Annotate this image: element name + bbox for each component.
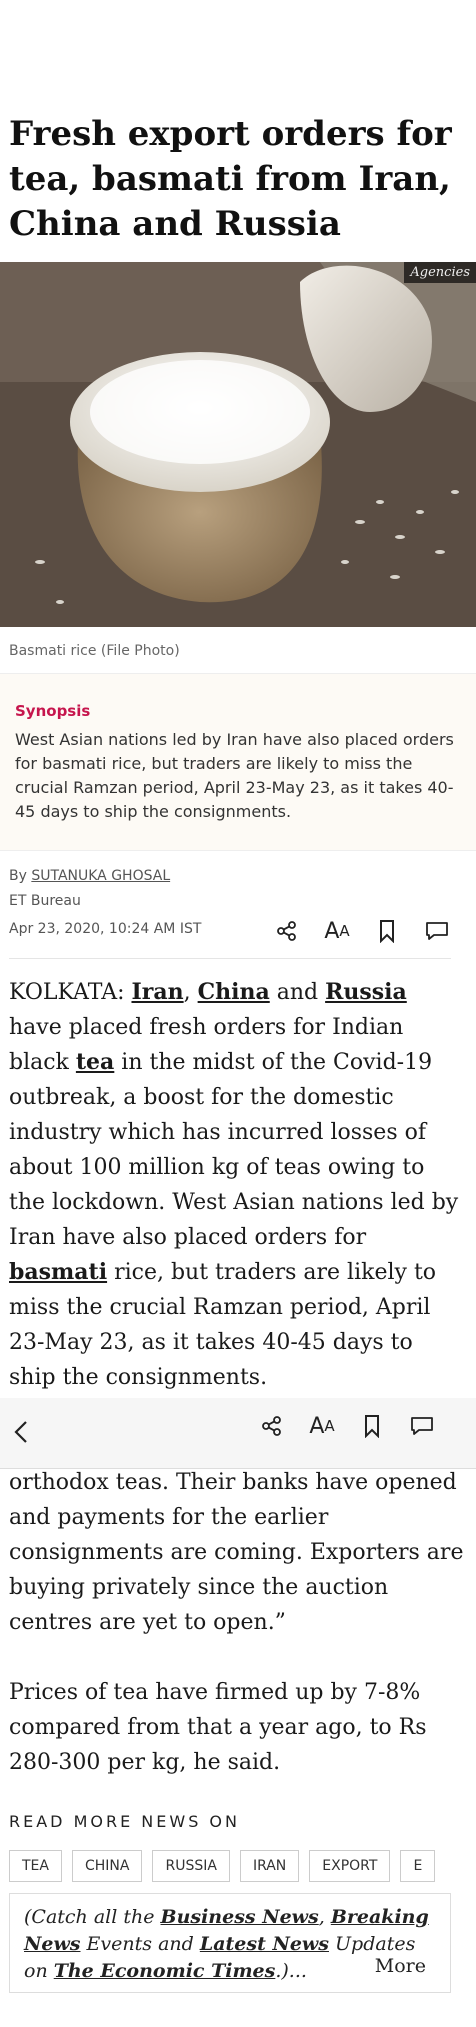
tag-partial[interactable]: E: [400, 1850, 436, 1882]
text-run: (Catch all the: [24, 1906, 161, 1928]
back-arrow-icon[interactable]: [8, 1418, 36, 1446]
comment-icon[interactable]: [408, 1412, 436, 1440]
rice-sack-illustration: [0, 262, 476, 627]
image-credit: Agencies: [404, 262, 476, 283]
read-more-label: READ MORE NEWS ON: [9, 1812, 240, 1831]
keyword-link-iran[interactable]: Iran: [131, 979, 183, 1005]
image-caption: Basmati rice (File Photo): [9, 643, 180, 659]
font-size-icon[interactable]: AA: [323, 917, 351, 945]
text-run: Events and: [80, 1933, 200, 1955]
sticky-article-toolbar: AA: [258, 1412, 436, 1440]
share-icon[interactable]: [258, 1412, 286, 1440]
bookmark-icon[interactable]: [358, 1412, 386, 1440]
share-icon[interactable]: [273, 917, 301, 945]
text-run: ,: [318, 1906, 331, 1928]
byline-prefix: By: [9, 868, 32, 884]
byline: By SUTANUKA GHOSAL ET Bureau: [9, 864, 170, 914]
keyword-link-russia[interactable]: Russia: [325, 979, 407, 1005]
tag-china[interactable]: CHINA: [71, 1850, 143, 1882]
font-size-small-label: A: [339, 922, 350, 940]
keyword-link-china[interactable]: China: [198, 979, 270, 1005]
text-run: .)...: [275, 1960, 307, 1982]
more-button[interactable]: More: [375, 1953, 426, 1980]
sticky-toolbar: AA: [0, 1398, 476, 1469]
keyword-link-tea[interactable]: tea: [76, 1049, 114, 1075]
article-paragraph-3: Prices of tea have firmed up by 7-8% com…: [9, 1680, 427, 1775]
publish-date: Apr 23, 2020, 10:24 AM IST: [9, 921, 202, 937]
article-paragraph-1: KOLKATA: Iran, China and Russia have pla…: [9, 975, 464, 1395]
text-run: KOLKATA:: [9, 980, 132, 1005]
font-size-small-label: A: [324, 1417, 335, 1435]
text-run: ,: [183, 980, 198, 1005]
article-toolbar: AA: [273, 917, 451, 945]
tag-iran[interactable]: IRAN: [239, 1850, 300, 1882]
font-size-big-label: A: [309, 1413, 325, 1439]
bookmark-icon[interactable]: [373, 917, 401, 945]
article-paragraph-2: orthodox teas. Their banks have opened a…: [9, 1470, 464, 1635]
keyword-link-basmati[interactable]: basmati: [9, 1259, 107, 1285]
font-size-big-label: A: [324, 918, 340, 944]
article-image: Agencies: [0, 262, 476, 627]
comment-icon[interactable]: [423, 917, 451, 945]
tag-russia[interactable]: RUSSIA: [152, 1850, 230, 1882]
economic-times-link[interactable]: The Economic Times: [54, 1960, 276, 1982]
font-size-icon[interactable]: AA: [308, 1412, 336, 1440]
text-run: and: [269, 980, 326, 1005]
author-link[interactable]: SUTANUKA GHOSAL: [31, 868, 170, 884]
article-headline: Fresh export orders for tea, basmati fro…: [9, 114, 452, 244]
tag-tea[interactable]: TEA: [9, 1850, 62, 1882]
text-run: in the midst of the Covid-19 outbreak, a…: [9, 1050, 459, 1250]
bureau: ET Bureau: [9, 893, 81, 909]
synopsis-box: Synopsis West Asian nations led by Iran …: [0, 673, 476, 851]
business-news-link[interactable]: Business News: [161, 1906, 319, 1928]
synopsis-title: Synopsis: [15, 702, 91, 720]
synopsis-text: West Asian nations led by Iran have also…: [15, 730, 454, 821]
tag-export[interactable]: EXPORT: [309, 1850, 391, 1882]
latest-news-link[interactable]: Latest News: [200, 1933, 329, 1955]
topic-tags: TEA CHINA RUSSIA IRAN EXPORT E: [9, 1850, 452, 1884]
catch-all-box: (Catch all the Business News, Breaking N…: [9, 1893, 451, 1993]
article-meta-bar: Apr 23, 2020, 10:24 AM IST AA: [9, 919, 451, 959]
